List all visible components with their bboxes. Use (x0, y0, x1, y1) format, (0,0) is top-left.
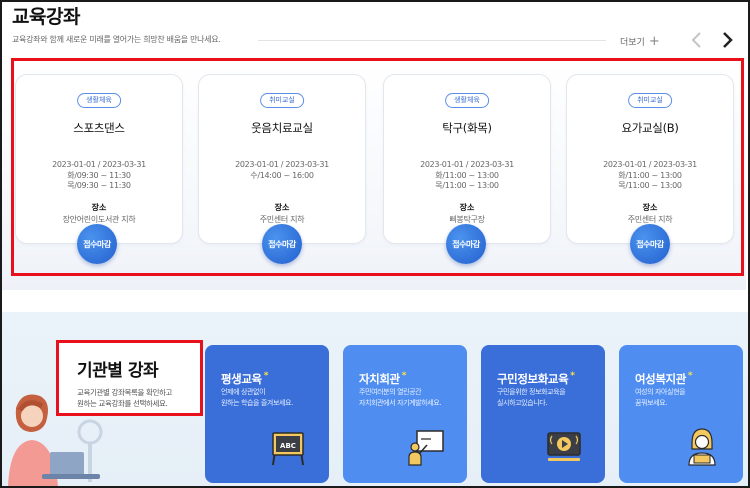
star-mark: * (570, 371, 575, 381)
institution-desc-line: 자치회관에서 자기계발하세요. (359, 398, 442, 407)
institution-title: 여성복지관 * (635, 371, 693, 387)
institution-desc: 언제에 상관없이 원하는 학습을 즐겨보세요. (221, 387, 325, 408)
status-button[interactable]: 접수마감 (446, 224, 486, 264)
institution-desc: 구민을위한 정보화교육을 실시하고있습니다. (497, 387, 601, 408)
star-mark: * (401, 371, 407, 381)
teacher-board-icon (408, 430, 444, 466)
chevron-left-icon[interactable] (688, 30, 706, 50)
institution-title-text: 여성복지관 (635, 372, 686, 386)
chevron-right-icon[interactable] (718, 30, 736, 50)
institution-title-text: 자치회관 (359, 372, 400, 386)
institution-card-lifelong[interactable]: 평생교육 * 언제에 상관없이 원하는 학습을 즐겨보세요. ABC (205, 345, 329, 483)
institution-title-text: 구민정보화교육 (497, 372, 569, 386)
institution-title: 평생교육 * (221, 371, 268, 387)
more-link[interactable]: 더보기 + (620, 35, 660, 48)
description-line: 원하는 교육강좌를 선택하세요. (77, 399, 168, 408)
institution-desc-line: 주민여러분의 열린공간 (359, 388, 422, 396)
star-mark: * (687, 371, 693, 381)
star-mark: * (263, 371, 269, 381)
woman-laptop-icon (688, 428, 716, 466)
institution-desc: 주민여러분의 열린공간 자치회관에서 자기계발하세요. (359, 387, 463, 408)
status-button[interactable]: 접수마감 (630, 224, 670, 264)
institution-desc-line: 언제에 상관없이 (221, 388, 266, 396)
institution-card-it-education[interactable]: 구민정보화교육 * 구민을위한 정보화교육을 실시하고있습니다. (481, 345, 605, 483)
institution-title: 자치회관 * (359, 371, 406, 387)
institution-card-women-welfare[interactable]: 여성복지관 * 여성의 자아실현을 꿈꿔보세요. (619, 345, 743, 483)
institution-section-title: 기관별 강좌 (77, 361, 159, 381)
status-button[interactable]: 접수마감 (262, 224, 302, 264)
description-line: 교육기관별 강좌목록을 확인하고 (77, 388, 172, 397)
status-button[interactable]: 접수마감 (77, 224, 117, 264)
institution-desc-line: 꿈꿔보세요. (635, 398, 668, 407)
institution-title-text: 평생교육 (221, 372, 262, 386)
institution-desc: 여성의 자아실현을 꿈꿔보세요. (635, 387, 739, 408)
svg-text:ABC: ABC (280, 442, 296, 450)
institution-desc-line: 원하는 학습을 즐겨보세요. (221, 398, 293, 407)
page-title: 교육강좌 (12, 6, 80, 28)
institution-desc-line: 실시하고있습니다. (497, 398, 548, 407)
institution-title: 구민정보화교육 * (497, 371, 575, 387)
institution-desc-line: 여성의 자아실현을 (635, 388, 686, 396)
institution-card-community[interactable]: 자치회관 * 주민여러분의 열린공간 자치회관에서 자기계발하세요. (343, 345, 467, 483)
header-divider (258, 40, 606, 41)
institution-section-description: 교육기관별 강좌목록을 확인하고 원하는 교육강좌를 선택하세요. (77, 387, 197, 409)
page-subtitle: 교육강좌와 함께 새로운 미래를 열어가는 희망찬 배움을 만나세요. (12, 35, 221, 44)
institution-desc-line: 구민을위한 정보화교육을 (497, 388, 566, 396)
video-play-icon (547, 432, 581, 461)
plus-icon: + (648, 34, 660, 49)
abc-board-icon: ABC (272, 432, 304, 466)
more-label: 더보기 (620, 38, 645, 48)
